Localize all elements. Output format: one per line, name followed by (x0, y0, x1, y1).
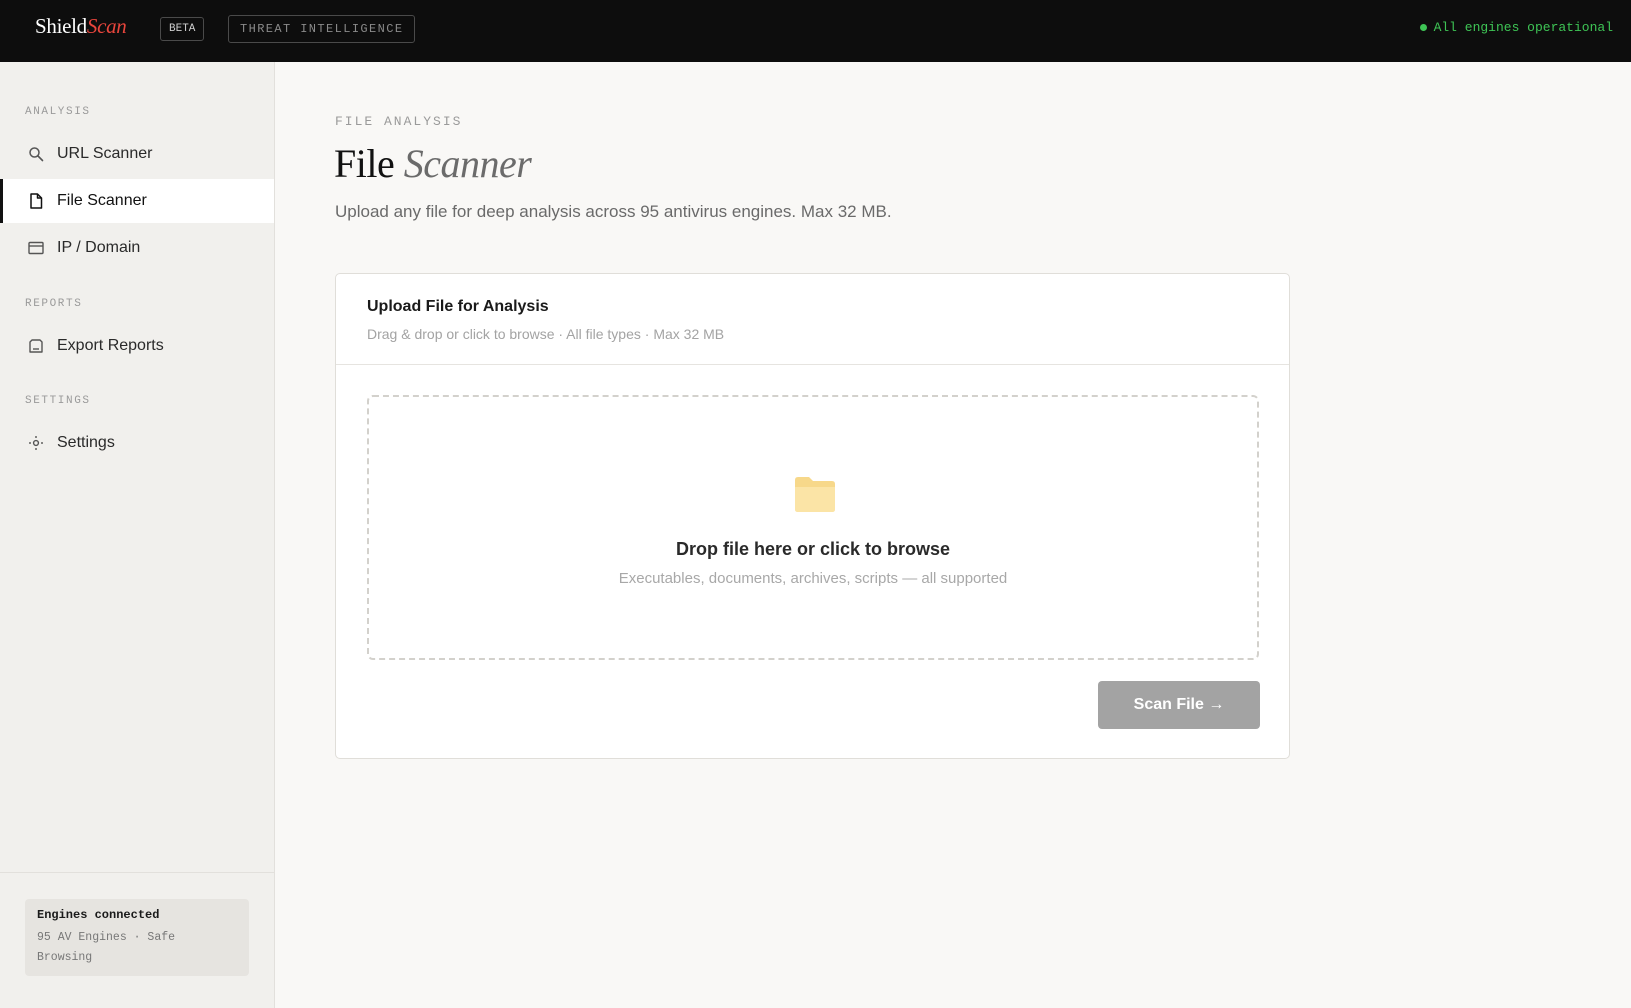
sidebar-item-settings[interactable]: Settings (0, 421, 274, 465)
engine-status: All engines operational (1419, 20, 1613, 35)
sidebar-item-label: Settings (57, 434, 115, 451)
scan-file-button[interactable]: Scan File → (1098, 681, 1260, 729)
beta-badge: BETA (160, 17, 205, 41)
status-dot-icon (1419, 24, 1427, 31)
top-bar: Shield Scan BETA THREAT INTELLIGENCE All … (0, 0, 1631, 62)
sidebar-item-url-scanner[interactable]: URL Scanner (0, 132, 274, 176)
sidebar-item-label: IP / Domain (57, 239, 141, 256)
sidebar: ANALYSIS URL Scanner File Scanner IP / D… (0, 62, 275, 1008)
folder-icon (794, 475, 836, 513)
sidebar-section-reports: REPORTS (25, 298, 83, 310)
sidebar-divider (0, 872, 274, 873)
sidebar-item-label: URL Scanner (57, 145, 153, 162)
page-title-primary: File (334, 141, 395, 186)
engines-connected-card: Engines connected 95 AV Engines · Safe B… (25, 899, 249, 976)
brand-primary: Shield (35, 14, 87, 38)
brand-accent: Scan (86, 14, 127, 38)
upload-card-header: Upload File for Analysis Drag & drop or … (336, 274, 1289, 365)
browser-window-icon (27, 239, 45, 257)
sidebar-item-file-scanner[interactable]: File Scanner (0, 179, 274, 223)
upload-card-subtitle: Drag & drop or click to browse · All fil… (367, 326, 725, 342)
page-subtitle: Upload any file for deep analysis across… (335, 202, 892, 221)
dropzone-subtitle: Executables, documents, archives, script… (618, 570, 1008, 587)
upload-card-title: Upload File for Analysis (367, 298, 549, 315)
dropzone-title: Drop file here or click to browse (675, 539, 951, 559)
engines-card-detail: 95 AV Engines · Safe Browsing (37, 931, 176, 964)
page-title: File Scanner (334, 140, 532, 187)
brand-logo[interactable]: Shield Scan (35, 14, 127, 39)
gear-icon (27, 434, 45, 452)
upload-card: Upload File for Analysis Drag & drop or … (335, 273, 1290, 759)
engines-card-title: Engines connected (37, 908, 160, 922)
sidebar-item-label: Export Reports (57, 337, 164, 354)
sidebar-item-ip-domain[interactable]: IP / Domain (0, 226, 274, 270)
document-export-icon (27, 337, 45, 355)
page-eyebrow: FILE ANALYSIS (335, 114, 463, 129)
sidebar-section-settings: SETTINGS (25, 395, 91, 407)
threat-intelligence-tag: THREAT INTELLIGENCE (228, 15, 416, 43)
page-title-accent: Scanner (403, 141, 532, 186)
status-text: All engines operational (1433, 20, 1613, 35)
search-icon (27, 145, 45, 163)
file-dropzone[interactable]: Drop file here or click to browse Execut… (367, 395, 1259, 660)
sidebar-item-export-reports[interactable]: Export Reports (0, 324, 274, 368)
sidebar-section-analysis: ANALYSIS (25, 106, 91, 118)
file-icon (27, 192, 45, 210)
sidebar-item-label: File Scanner (57, 192, 147, 209)
